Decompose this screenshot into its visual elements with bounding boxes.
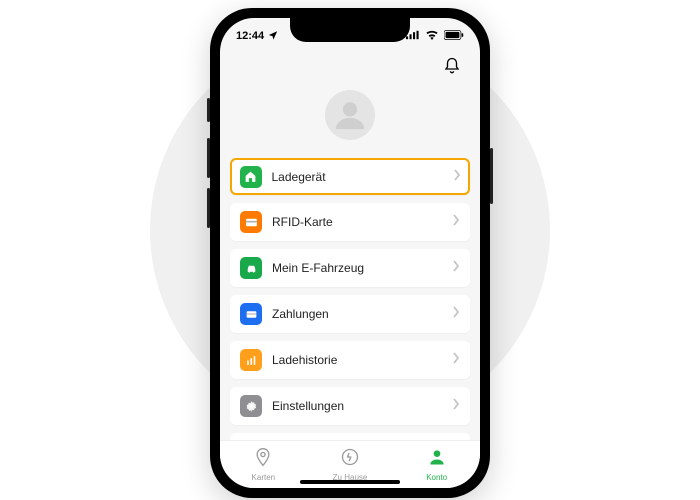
tab-icon [253,447,273,472]
tab-karten[interactable]: Karten [220,441,307,488]
menu-item-label: Zahlungen [262,307,452,321]
chevron-right-icon [452,305,460,323]
menu-item-label: Mein E-Fahrzeug [262,261,452,275]
menu-item-label: Einstellungen [262,399,452,413]
pay-icon [240,303,262,325]
gear-icon [240,395,262,417]
notch [290,18,410,42]
tab-konto[interactable]: Konto [393,441,480,488]
notifications-button[interactable] [440,54,464,78]
menu-item-home[interactable]: Ladegerät [230,158,470,195]
tab-label: Karten [252,473,276,482]
screen: 12:44 [220,18,480,488]
menu-item-pay[interactable]: Zahlungen [230,295,470,333]
chevron-right-icon [453,168,461,186]
menu-item-label: Ladegerät [262,170,453,184]
tab-icon [340,447,360,472]
chevron-right-icon [452,397,460,415]
menu-item-label: Ladehistorie [262,353,452,367]
chevron-right-icon [452,213,460,231]
location-icon [268,30,278,43]
battery-icon [444,30,464,43]
status-time: 12:44 [236,30,264,42]
chevron-right-icon [452,351,460,369]
menu-item-chart[interactable]: Ladehistorie [230,341,470,379]
avatar-section [220,80,480,158]
menu-item-gear[interactable]: Einstellungen [230,387,470,425]
menu-item-car[interactable]: Mein E-Fahrzeug [230,249,470,287]
menu-item-card[interactable]: RFID-Karte [230,203,470,241]
home-icon [240,166,262,188]
car-icon [240,257,262,279]
chart-icon [240,349,262,371]
wifi-icon [425,30,439,43]
chevron-right-icon [452,259,460,277]
avatar[interactable] [325,90,375,140]
tab-icon [427,447,447,472]
home-indicator [300,480,400,484]
tab-label: Konto [426,473,447,482]
bell-icon [443,57,461,75]
header [220,48,480,80]
phone-frame: 12:44 [210,8,490,498]
menu-item-label: RFID-Karte [262,215,452,229]
card-icon [240,211,262,233]
person-icon [333,98,367,132]
menu-list: Ladegerät RFID-Karte Mein E-Fahrzeug Zahlun… [220,158,480,488]
